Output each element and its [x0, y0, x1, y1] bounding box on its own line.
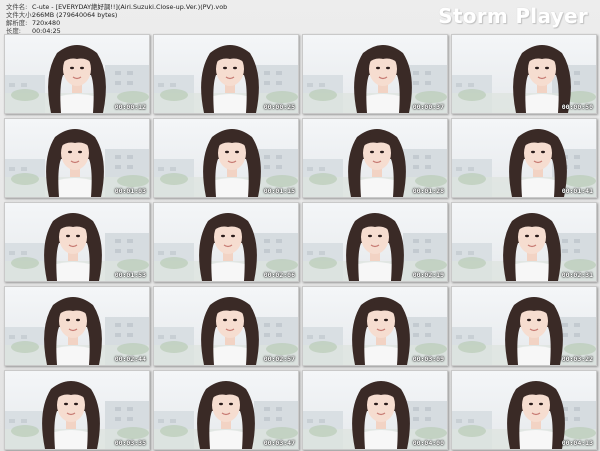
thumbnail-timestamp: 00:01:03 — [114, 187, 146, 195]
video-thumbnail[interactable]: 00:01:53 — [4, 202, 150, 282]
video-frame-image — [154, 287, 298, 365]
file-info: 文件名: C-ute - [EVERYDAY絶好調!!](Airi.Suzuki… — [6, 3, 227, 35]
thumbnail-timestamp: 00:03:22 — [561, 355, 593, 363]
video-thumbnail[interactable]: 00:01:41 — [451, 118, 597, 198]
thumbnail-timestamp: 00:00:50 — [561, 103, 593, 111]
video-frame-image — [452, 119, 596, 197]
video-thumbnail[interactable]: 00:01:15 — [153, 118, 299, 198]
video-frame-image — [452, 287, 596, 365]
video-frame-image — [303, 371, 447, 449]
thumbnail-timestamp: 00:00:25 — [263, 103, 295, 111]
video-thumbnail[interactable]: 00:00:25 — [153, 34, 299, 114]
video-frame-image — [154, 371, 298, 449]
video-frame-image — [5, 203, 149, 281]
video-frame-image — [303, 203, 447, 281]
info-label: 文件名: — [6, 3, 28, 11]
thumbnail-timestamp: 00:00:37 — [412, 103, 444, 111]
info-row-filesize: 文件大小: 266MB (279640064 bytes) — [6, 11, 227, 19]
info-value: 720x480 — [32, 19, 61, 27]
video-thumbnail[interactable]: 00:03:09 — [302, 286, 448, 366]
video-thumbnail[interactable]: 00:02:31 — [451, 202, 597, 282]
thumbnail-sheet: 文件名: C-ute - [EVERYDAY絶好調!!](Airi.Suzuki… — [0, 0, 600, 451]
thumbnail-timestamp: 00:04:00 — [412, 439, 444, 447]
info-value: C-ute - [EVERYDAY絶好調!!](Airi.Suzuki.Clos… — [32, 3, 228, 11]
thumbnail-grid: 00:00:12 00:00:25 00:00:37 00:00:50 00:0… — [4, 34, 597, 450]
thumbnail-timestamp: 00:02:57 — [263, 355, 295, 363]
video-frame-image — [5, 371, 149, 449]
video-thumbnail[interactable]: 00:02:44 — [4, 286, 150, 366]
thumbnail-timestamp: 00:02:31 — [561, 271, 593, 279]
thumbnail-timestamp: 00:03:09 — [412, 355, 444, 363]
thumbnail-timestamp: 00:01:28 — [412, 187, 444, 195]
video-frame-image — [452, 35, 596, 113]
video-thumbnail[interactable]: 00:01:03 — [4, 118, 150, 198]
thumbnail-timestamp: 00:03:47 — [263, 439, 295, 447]
video-thumbnail[interactable]: 00:01:28 — [302, 118, 448, 198]
thumbnail-timestamp: 00:03:35 — [114, 439, 146, 447]
video-frame-image — [154, 203, 298, 281]
thumbnail-timestamp: 00:01:41 — [561, 187, 593, 195]
info-label: 文件大小: — [6, 11, 34, 19]
video-thumbnail[interactable]: 00:02:19 — [302, 202, 448, 282]
video-thumbnail[interactable]: 00:03:22 — [451, 286, 597, 366]
video-thumbnail[interactable]: 00:00:50 — [451, 34, 597, 114]
video-frame-image — [154, 35, 298, 113]
video-frame-image — [452, 203, 596, 281]
video-frame-image — [5, 287, 149, 365]
video-frame-image — [154, 119, 298, 197]
info-label: 解析度: — [6, 19, 28, 27]
video-thumbnail[interactable]: 00:03:35 — [4, 370, 150, 450]
video-thumbnail[interactable]: 00:00:12 — [4, 34, 150, 114]
info-row-resolution: 解析度: 720x480 — [6, 19, 227, 27]
thumbnail-timestamp: 00:00:12 — [114, 103, 146, 111]
video-frame-image — [5, 35, 149, 113]
video-thumbnail[interactable]: 00:00:37 — [302, 34, 448, 114]
video-frame-image — [303, 119, 447, 197]
video-frame-image — [452, 371, 596, 449]
thumbnail-timestamp: 00:02:44 — [114, 355, 146, 363]
video-frame-image — [303, 287, 447, 365]
thumbnail-timestamp: 00:02:19 — [412, 271, 444, 279]
info-row-filename: 文件名: C-ute - [EVERYDAY絶好調!!](Airi.Suzuki… — [6, 3, 227, 11]
thumbnail-timestamp: 00:01:15 — [263, 187, 295, 195]
video-thumbnail[interactable]: 00:03:47 — [153, 370, 299, 450]
video-thumbnail[interactable]: 00:02:57 — [153, 286, 299, 366]
player-brand-logo: Storm Player — [438, 4, 588, 28]
video-thumbnail[interactable]: 00:04:00 — [302, 370, 448, 450]
thumbnail-timestamp: 00:02:06 — [263, 271, 295, 279]
info-value: 266MB (279640064 bytes) — [32, 11, 118, 19]
thumbnail-timestamp: 00:01:53 — [114, 271, 146, 279]
video-thumbnail[interactable]: 00:04:13 — [451, 370, 597, 450]
thumbnail-timestamp: 00:04:13 — [561, 439, 593, 447]
video-thumbnail[interactable]: 00:02:06 — [153, 202, 299, 282]
video-frame-image — [5, 119, 149, 197]
video-frame-image — [303, 35, 447, 113]
